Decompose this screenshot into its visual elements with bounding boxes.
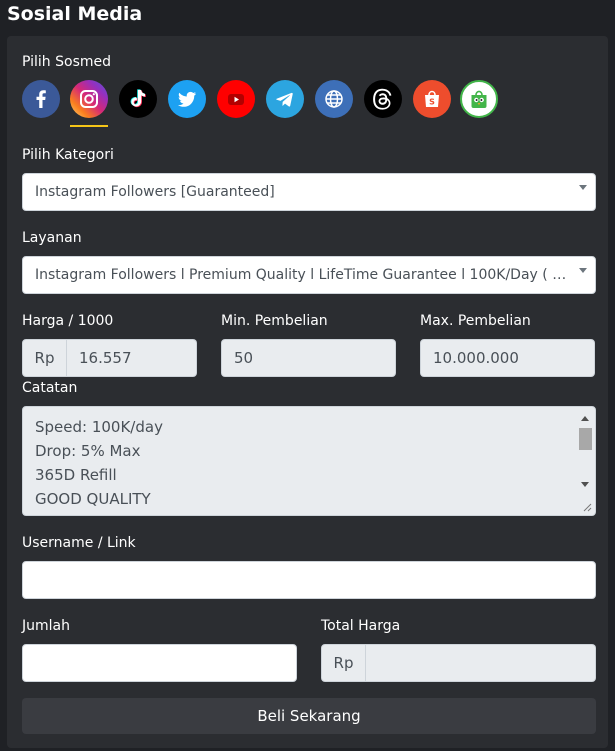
globe-icon[interactable] bbox=[315, 80, 353, 118]
jumlah-label: Jumlah bbox=[22, 618, 70, 634]
order-card bbox=[7, 36, 608, 748]
catatan-scrollbar[interactable] bbox=[577, 408, 594, 515]
layanan-select[interactable]: Instagram Followers l Premium Quality l … bbox=[22, 256, 596, 294]
scroll-thumb[interactable] bbox=[579, 428, 592, 450]
telegram-icon[interactable] bbox=[266, 80, 304, 118]
catatan-line: Drop: 5% Max bbox=[35, 442, 141, 460]
sosmed-label: Pilih Sosmed bbox=[22, 54, 112, 70]
tokopedia-icon[interactable] bbox=[460, 80, 498, 118]
harga-currency-prefix: Rp bbox=[22, 339, 67, 377]
youtube-icon[interactable] bbox=[217, 80, 255, 118]
catatan-line: GOOD QUALITY bbox=[35, 490, 151, 508]
layanan-label: Layanan bbox=[22, 230, 82, 246]
chevron-down-icon bbox=[579, 268, 587, 273]
shopee-icon[interactable]: S bbox=[413, 80, 451, 118]
max-label: Max. Pembelian bbox=[420, 313, 531, 329]
instagram-icon[interactable] bbox=[70, 80, 108, 118]
catatan-line: 365D Refill bbox=[35, 466, 117, 484]
total-value bbox=[366, 644, 596, 682]
total-field: Rp bbox=[321, 644, 596, 682]
harga-label: Harga / 1000 bbox=[22, 313, 114, 329]
scroll-down-icon[interactable] bbox=[581, 482, 589, 487]
harga-field: Rp 16.557 bbox=[22, 339, 197, 377]
layanan-selected-value: Instagram Followers l Premium Quality l … bbox=[35, 267, 567, 283]
twitter-icon[interactable] bbox=[168, 80, 206, 118]
tiktok-icon[interactable] bbox=[119, 80, 157, 118]
svg-text:S: S bbox=[429, 98, 435, 107]
scroll-up-icon[interactable] bbox=[581, 416, 589, 421]
kategori-select[interactable]: Instagram Followers [Guaranteed] bbox=[22, 173, 596, 211]
total-currency-prefix: Rp bbox=[321, 644, 366, 682]
kategori-selected-value: Instagram Followers [Guaranteed] bbox=[35, 184, 275, 200]
threads-icon[interactable] bbox=[364, 80, 402, 118]
beli-sekarang-button[interactable]: Beli Sekarang bbox=[22, 698, 596, 734]
harga-value: 16.557 bbox=[67, 339, 197, 377]
username-label: Username / Link bbox=[22, 535, 136, 551]
min-label: Min. Pembelian bbox=[221, 313, 328, 329]
min-value: 50 bbox=[221, 339, 396, 377]
max-value: 10.000.000 bbox=[420, 339, 595, 377]
catatan-textarea[interactable]: Speed: 100K/day Drop: 5% Max 365D Refill… bbox=[22, 406, 596, 516]
page-title: Sosial Media bbox=[7, 3, 143, 25]
chevron-down-icon bbox=[579, 185, 587, 190]
catatan-line: Speed: 100K/day bbox=[35, 418, 163, 436]
kategori-label: Pilih Kategori bbox=[22, 147, 114, 163]
catatan-label: Catatan bbox=[22, 380, 78, 396]
facebook-icon[interactable] bbox=[22, 80, 60, 118]
username-input[interactable] bbox=[22, 561, 596, 599]
resize-handle-icon[interactable] bbox=[582, 502, 592, 512]
jumlah-input[interactable] bbox=[22, 644, 297, 682]
selected-sosmed-indicator bbox=[70, 125, 108, 127]
total-label: Total Harga bbox=[321, 618, 401, 634]
